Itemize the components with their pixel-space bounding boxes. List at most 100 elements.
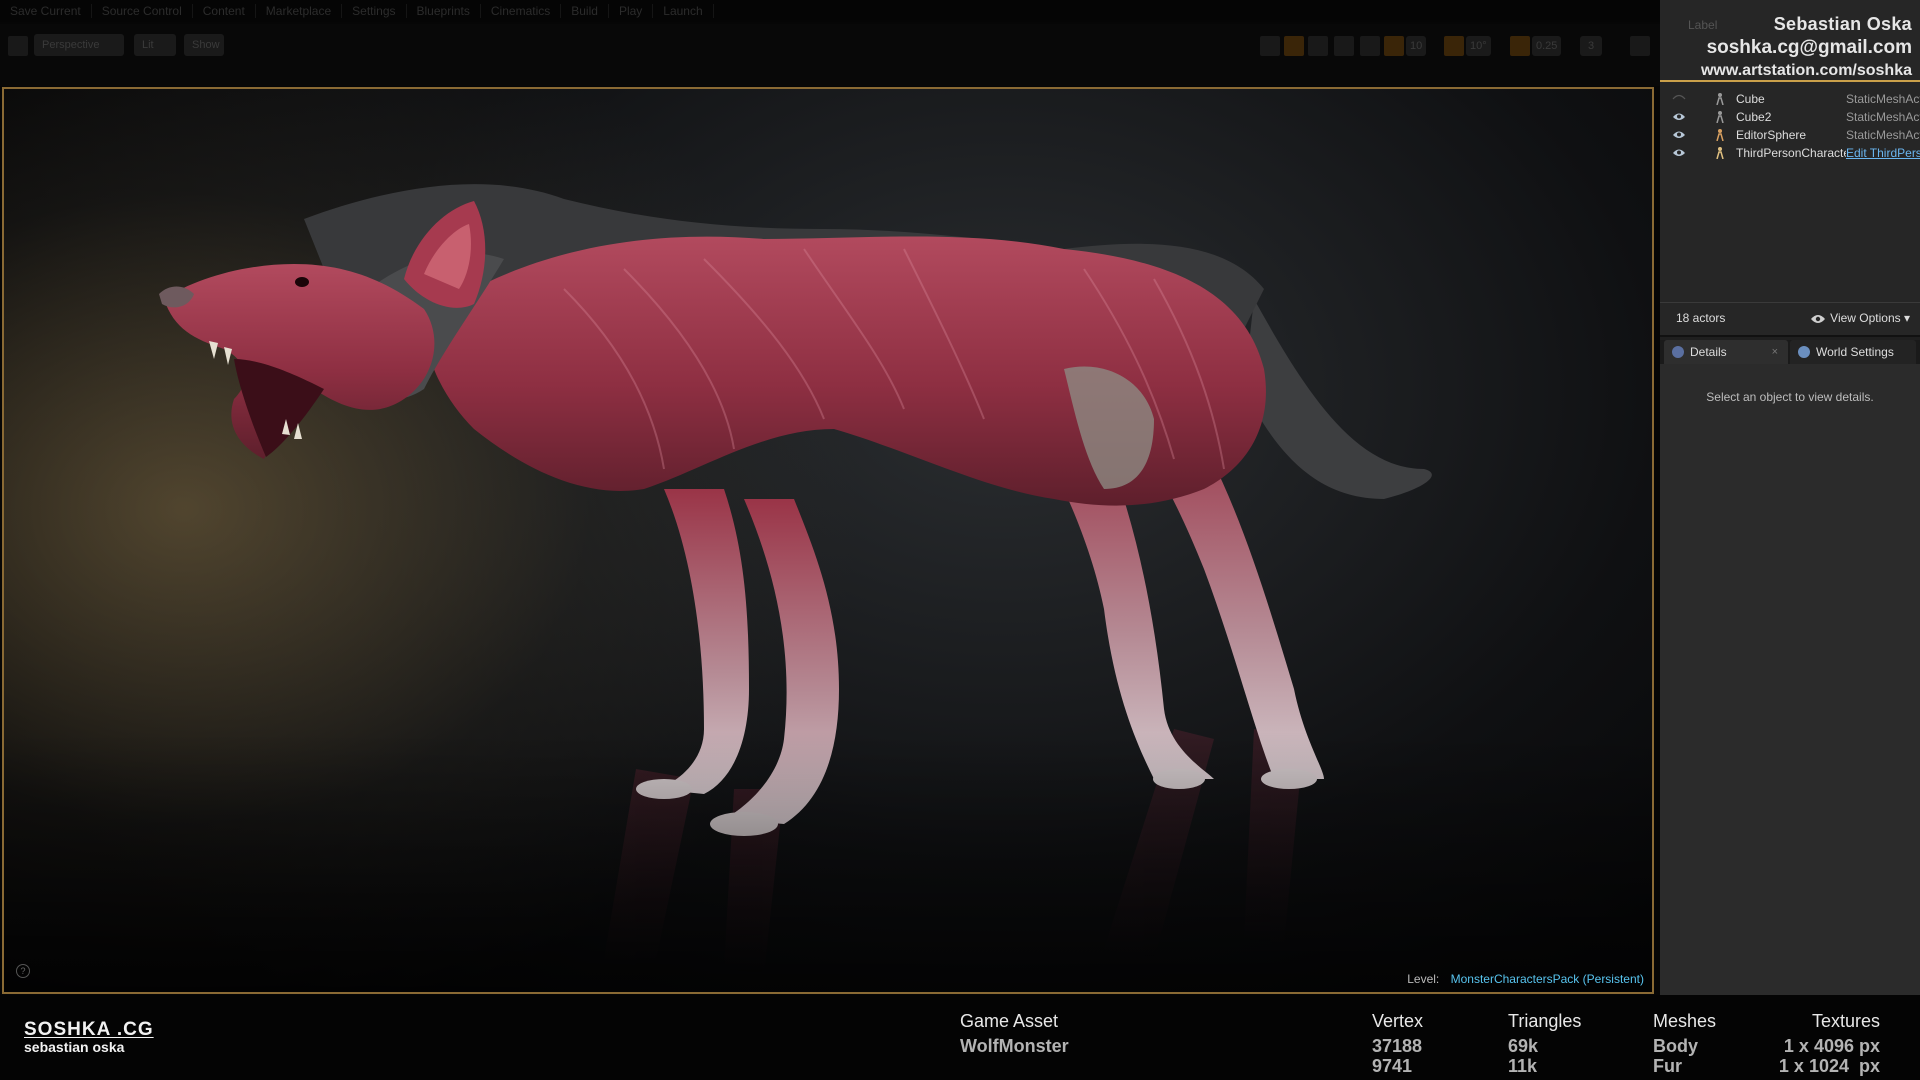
transform-translate-button[interactable] xyxy=(1260,36,1280,56)
asset-column: Game Asset WolfMonster xyxy=(960,1011,1069,1056)
vertex-value-fur: 9741 xyxy=(1372,1056,1413,1076)
lit-button[interactable]: Lit xyxy=(134,34,176,56)
actor-name: ThirdPersonCharacter xyxy=(1736,146,1846,160)
signature-email: soshka.cg@gmail.com xyxy=(1706,37,1912,58)
view-options-button[interactable]: View Options ▾ xyxy=(1810,303,1910,333)
transform-rotate-button[interactable] xyxy=(1284,36,1304,56)
level-indicator: Level: MonsterCharactersPack (Persistent… xyxy=(1407,972,1644,986)
actor-icon xyxy=(1716,129,1724,141)
eye-icon xyxy=(1811,315,1826,323)
outliner-footer: 18 actors View Options ▾ xyxy=(1660,302,1920,333)
floor-reflection xyxy=(4,732,1652,992)
details-icon xyxy=(1672,346,1684,358)
menu-save-current[interactable]: Save Current xyxy=(0,4,92,18)
signature-name: Sebastian Oska xyxy=(1773,14,1912,34)
help-icon[interactable]: ? xyxy=(16,964,30,978)
actor-count: 18 actors xyxy=(1676,311,1726,325)
menu-source-control[interactable]: Source Control xyxy=(92,4,193,18)
brand-bottom: sebastian oska xyxy=(24,1039,125,1055)
asset-name: WolfMonster xyxy=(960,1036,1069,1056)
viewport-toolbar: Perspective Lit Show 10 10° 0.25 3 xyxy=(0,24,1660,86)
triangles-value-body: 69k xyxy=(1508,1036,1539,1056)
grid-snap-value[interactable]: 10 xyxy=(1406,36,1427,56)
outliner-selection-highlight xyxy=(1660,80,1920,82)
scale-snap-toggle[interactable] xyxy=(1510,36,1530,56)
menu-launch[interactable]: Launch xyxy=(653,4,714,18)
pawn-icon xyxy=(1716,147,1724,159)
surface-snap-button[interactable] xyxy=(1360,36,1380,56)
details-empty-message: Select an object to view details. xyxy=(1706,390,1874,404)
vertex-column: Vertex 37188 9741 xyxy=(1372,1011,1423,1076)
vertex-value-body: 37188 xyxy=(1372,1036,1423,1056)
tab-world-settings[interactable]: World Settings xyxy=(1790,340,1916,364)
meshes-value-body: Body xyxy=(1653,1036,1698,1056)
actor-name: Cube xyxy=(1736,92,1765,106)
maximize-viewport-button[interactable] xyxy=(1630,36,1650,56)
right-panel: Label Sebastian Oska soshka.cg@gmail.com… xyxy=(1660,0,1920,995)
main-menu-bar: Save Current Source Control Content Mark… xyxy=(0,0,1660,22)
meshes-header: Meshes xyxy=(1653,1011,1717,1031)
artist-signature: Sebastian Oska soshka.cg@gmail.com www.a… xyxy=(1701,14,1912,80)
actor-type: StaticMeshActor xyxy=(1846,128,1920,142)
brand-logo: SOSHKA .CG sebastian oska xyxy=(24,1019,154,1055)
menu-marketplace[interactable]: Marketplace xyxy=(256,4,343,18)
actor-icon xyxy=(1716,111,1724,123)
actor-type: StaticMeshActor xyxy=(1846,110,1920,124)
viewport-options-button[interactable] xyxy=(8,36,28,56)
visibility-eye-icon[interactable] xyxy=(1672,130,1686,139)
close-icon[interactable]: × xyxy=(1772,340,1778,364)
outliner-row-thirdpersoncharacter[interactable]: ThirdPersonCharacter Edit ThirdPersonCha… xyxy=(1660,144,1920,162)
actor-type: StaticMeshActor xyxy=(1846,92,1920,106)
meshes-column: Meshes Body Fur xyxy=(1653,1011,1716,1076)
level-viewport[interactable]: ? Level: MonsterCharactersPack (Persiste… xyxy=(2,87,1654,994)
menu-build[interactable]: Build xyxy=(561,4,609,18)
world-outliner: Label Sebastian Oska soshka.cg@gmail.com… xyxy=(1660,0,1920,337)
view-options-label: View Options xyxy=(1830,311,1901,325)
triangles-column: Triangles 69k 11k xyxy=(1508,1011,1581,1076)
level-prefix: Level: xyxy=(1407,972,1440,986)
details-panel: Select an object to view details. xyxy=(1660,364,1920,995)
visibility-eye-icon[interactable] xyxy=(1672,112,1686,121)
angle-snap-toggle[interactable] xyxy=(1444,36,1464,56)
tab-details[interactable]: Details × xyxy=(1664,340,1788,364)
angle-snap-value[interactable]: 10° xyxy=(1466,36,1491,56)
world-local-button[interactable] xyxy=(1334,36,1354,56)
tab-world-settings-label: World Settings xyxy=(1816,345,1894,359)
scale-snap-value[interactable]: 0.25 xyxy=(1532,36,1562,56)
textures-value-body: 1 x 4096 px xyxy=(1783,1036,1880,1056)
menu-settings[interactable]: Settings xyxy=(342,4,407,18)
visibility-eye-icon[interactable] xyxy=(1672,148,1686,157)
grid-snap-toggle[interactable] xyxy=(1384,36,1404,56)
signature-site: www.artstation.com/soshka xyxy=(1700,62,1912,79)
level-name: MonsterCharactersPack (Persistent) xyxy=(1450,972,1644,986)
meshes-value-fur: Fur xyxy=(1653,1056,1682,1076)
details-tab-bar: Details × World Settings xyxy=(1660,340,1920,364)
actor-icon xyxy=(1716,93,1724,105)
asset-info-bar: SOSHKA .CG sebastian oska Game Asset Wol… xyxy=(0,995,1920,1080)
textures-header: Textures xyxy=(1811,1011,1880,1031)
textures-value-fur: 1 x 1024 px xyxy=(1778,1056,1880,1076)
triangles-header: Triangles xyxy=(1508,1011,1582,1031)
brand-top: SOSHKA .CG xyxy=(24,1019,154,1040)
menu-play[interactable]: Play xyxy=(609,4,654,18)
perspective-button[interactable]: Perspective xyxy=(34,34,124,56)
outliner-row-cube[interactable]: Cube StaticMeshActor xyxy=(1660,90,1920,108)
menu-blueprints[interactable]: Blueprints xyxy=(407,4,481,18)
outliner-row-cube2[interactable]: Cube2 StaticMeshActor xyxy=(1660,108,1920,126)
actor-name: EditorSphere xyxy=(1736,128,1807,142)
textures-column: Textures 1 x 4096 px 1 x 1024 px xyxy=(1779,1011,1880,1076)
transform-scale-button[interactable] xyxy=(1308,36,1328,56)
tab-details-label: Details xyxy=(1690,345,1727,359)
vertex-header: Vertex xyxy=(1372,1011,1424,1031)
show-button[interactable]: Show xyxy=(184,34,224,56)
visibility-eye-icon[interactable] xyxy=(1672,94,1686,103)
asset-header: Game Asset xyxy=(960,1011,1059,1031)
globe-icon xyxy=(1798,346,1810,358)
camera-speed-button[interactable]: 3 xyxy=(1580,36,1603,56)
menu-cinematics[interactable]: Cinematics xyxy=(481,4,562,18)
edit-blueprint-link[interactable]: Edit ThirdPersonCharacter xyxy=(1846,144,1920,162)
menu-content[interactable]: Content xyxy=(193,4,256,18)
outliner-row-editorsphere[interactable]: EditorSphere StaticMeshActor xyxy=(1660,126,1920,144)
triangles-value-fur: 11k xyxy=(1508,1056,1538,1076)
actor-name: Cube2 xyxy=(1736,110,1772,124)
